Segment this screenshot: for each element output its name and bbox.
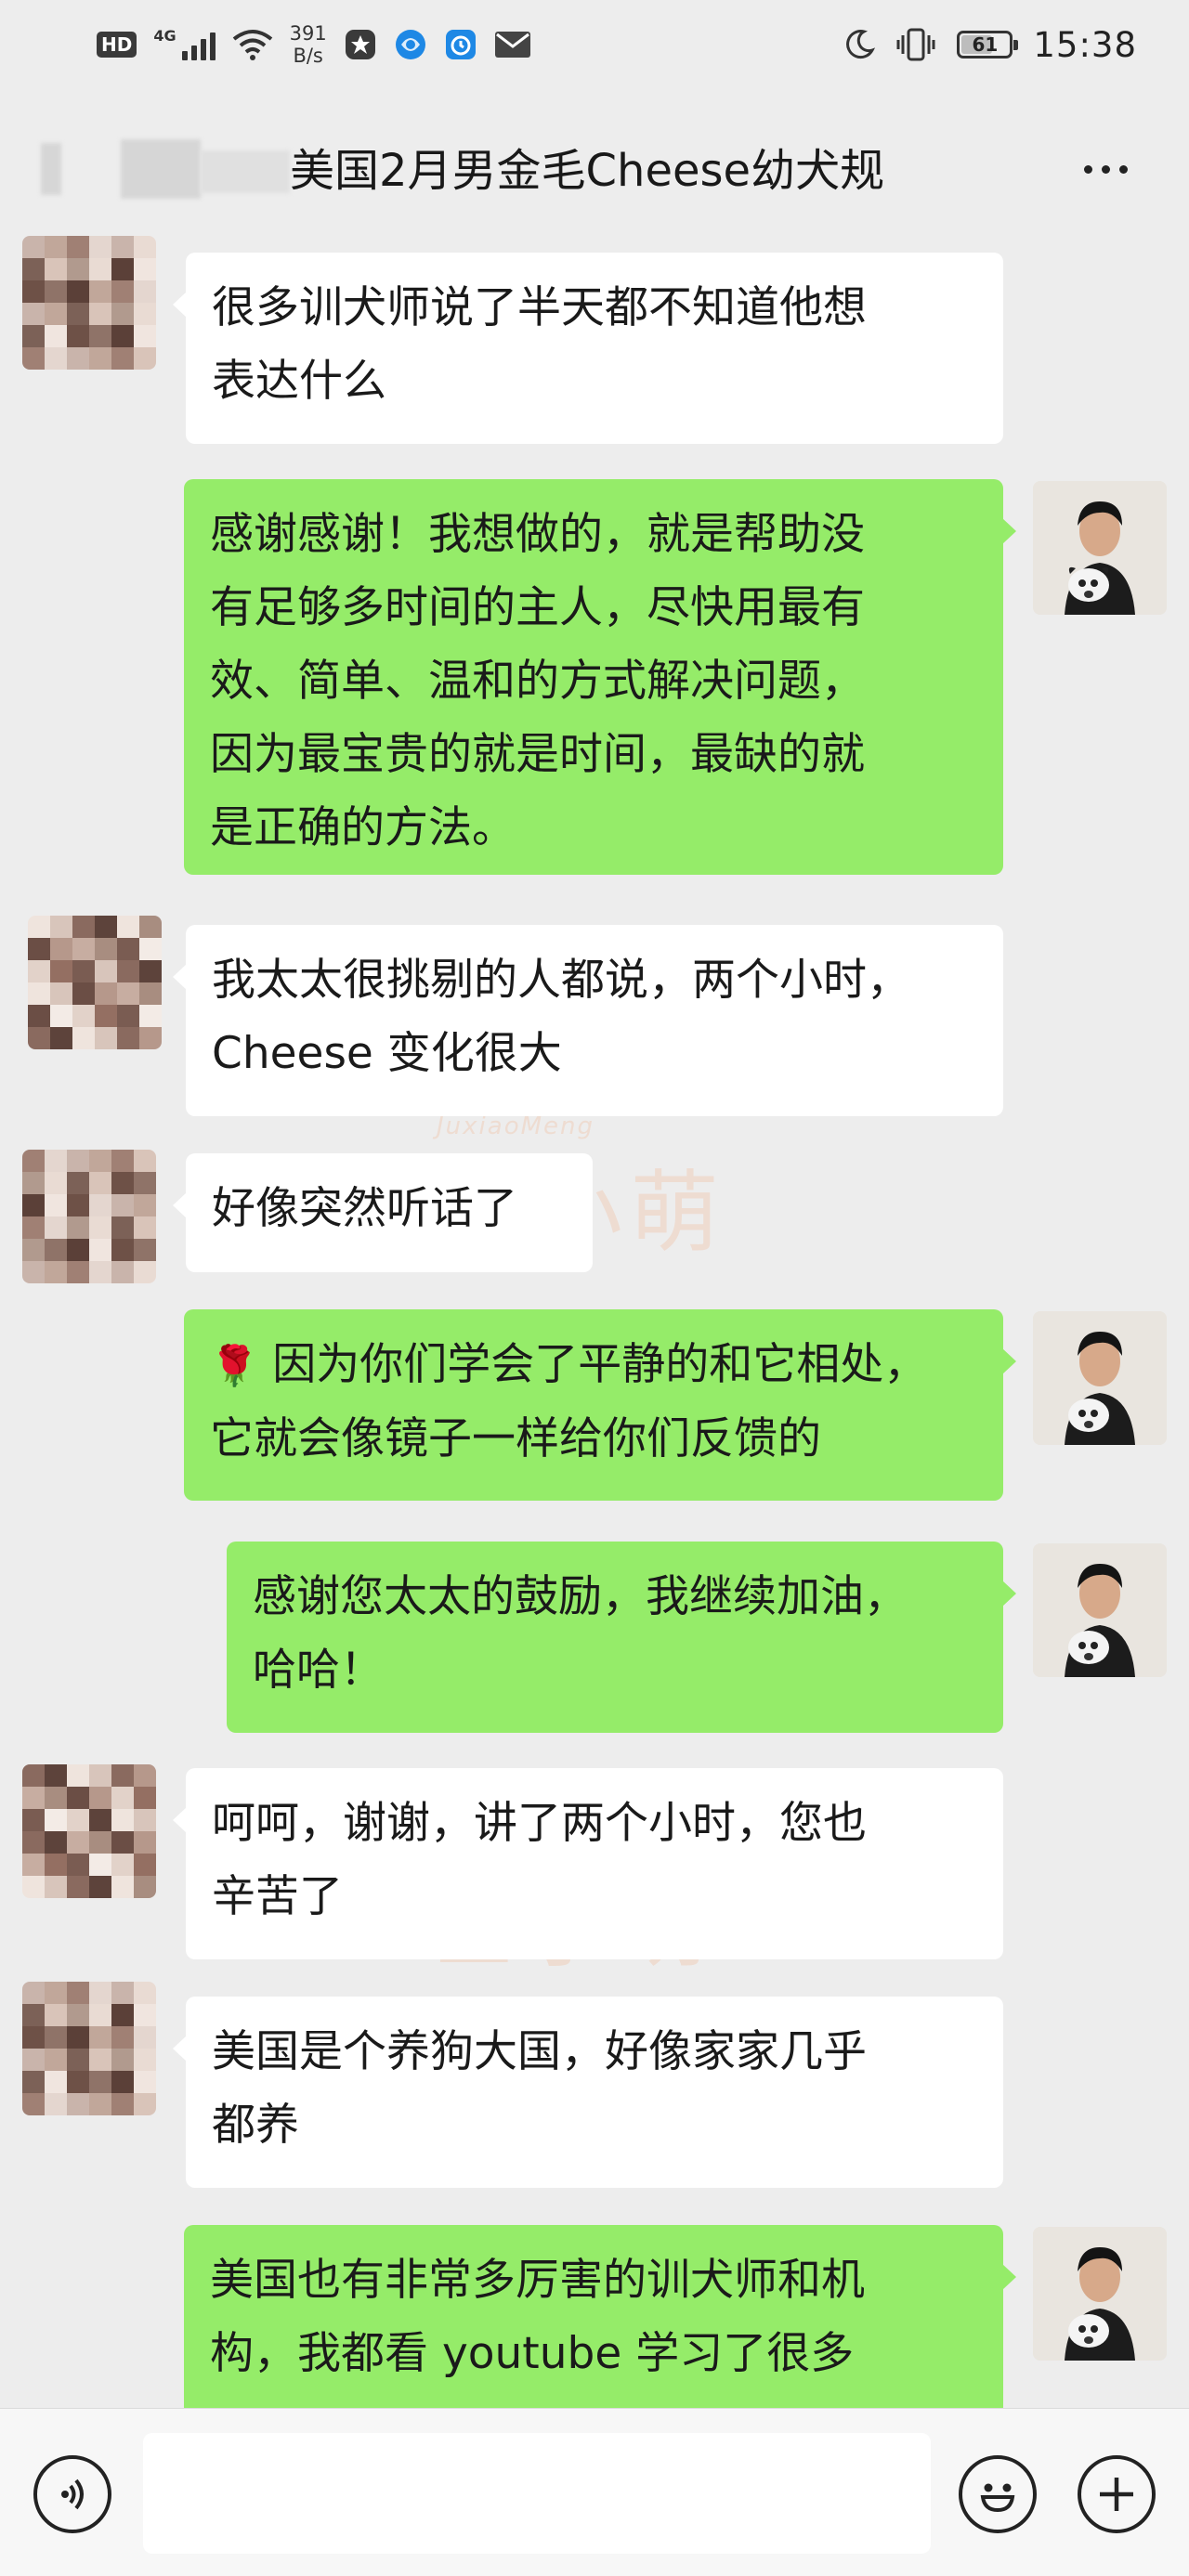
app-icon bbox=[345, 30, 375, 59]
avatar[interactable] bbox=[28, 916, 162, 1049]
wifi-icon bbox=[232, 30, 272, 60]
avatar[interactable] bbox=[22, 1764, 156, 1898]
network-type: 4G bbox=[153, 26, 176, 45]
hd-badge: HD bbox=[97, 32, 137, 58]
avatar[interactable] bbox=[22, 236, 156, 370]
my-avatar[interactable] bbox=[1033, 1311, 1167, 1445]
avatar[interactable] bbox=[22, 1982, 156, 2115]
message-bubble[interactable]: 感谢您太太的鼓励，我继续加油， 哈哈！ bbox=[227, 1542, 1016, 1733]
alarm-app-icon bbox=[445, 30, 476, 59]
back-button[interactable] bbox=[37, 137, 297, 202]
avatar[interactable] bbox=[22, 1150, 156, 1283]
chat-message-list[interactable]: JuxiaoMeng巨小萌 JuxiaoMeng巨小萌 JuxiaoMeng巨小… bbox=[0, 230, 1189, 2408]
my-avatar[interactable] bbox=[1033, 2227, 1167, 2361]
mail-icon bbox=[494, 32, 530, 58]
add-icon[interactable] bbox=[1078, 2455, 1156, 2533]
speed-value: 391 bbox=[289, 22, 327, 45]
message-bubble[interactable]: 很多训犬师说了半天都不知道他想 表达什么 bbox=[173, 253, 1003, 444]
voice-icon[interactable] bbox=[33, 2455, 111, 2533]
message-bubble[interactable]: 美国也有非常多厉害的训犬师和机 构，我都看 youtube 学习了很多 bbox=[184, 2225, 1016, 2408]
rose-emoji: 🌹 bbox=[210, 1343, 259, 1388]
my-avatar[interactable] bbox=[1033, 481, 1167, 615]
emoji-icon[interactable] bbox=[959, 2455, 1037, 2533]
message-input[interactable] bbox=[143, 2433, 931, 2554]
my-avatar[interactable] bbox=[1033, 1543, 1167, 1677]
more-icon[interactable] bbox=[1070, 143, 1141, 195]
battery-percent: 61 bbox=[972, 33, 999, 56]
chat-title: 美国2月男金毛Cheese幼犬规 bbox=[290, 145, 885, 197]
message-bubble[interactable]: 呵呵，谢谢，讲了两个小时，您也 辛苦了 bbox=[173, 1768, 1003, 1959]
message-bubble[interactable]: 好像突然听话了 bbox=[173, 1153, 593, 1272]
browser-app-icon bbox=[395, 30, 425, 59]
signal-icon bbox=[181, 29, 216, 60]
moon-icon bbox=[846, 30, 876, 59]
speed-unit: B/s bbox=[293, 45, 323, 67]
input-bar bbox=[0, 2408, 1189, 2576]
message-bubble[interactable]: 我太太很挑剔的人都说，两个小时， Cheese 变化很大 bbox=[173, 925, 1003, 1116]
message-bubble[interactable]: 感谢感谢！我想做的，就是帮助没 有足够多时间的主人，尽快用最有 效、简单、温和的… bbox=[184, 479, 1016, 875]
clock: 15:38 bbox=[1033, 24, 1137, 65]
chat-header: 美国2月男金毛Cheese幼犬规 bbox=[0, 93, 1189, 230]
vibrate-icon bbox=[896, 28, 935, 61]
status-bar: HD 4G 391 B/s 61 15:38 bbox=[0, 0, 1189, 93]
battery-icon: 61 bbox=[957, 31, 1019, 59]
message-bubble[interactable]: 🌹 因为你们学会了平静的和它相处， 它就会像镜子一样给你们反馈的 bbox=[184, 1309, 1016, 1501]
network-speed: 391 B/s bbox=[290, 22, 327, 67]
message-bubble[interactable]: 美国是个养狗大国，好像家家几乎 都养 bbox=[173, 1997, 1003, 2188]
